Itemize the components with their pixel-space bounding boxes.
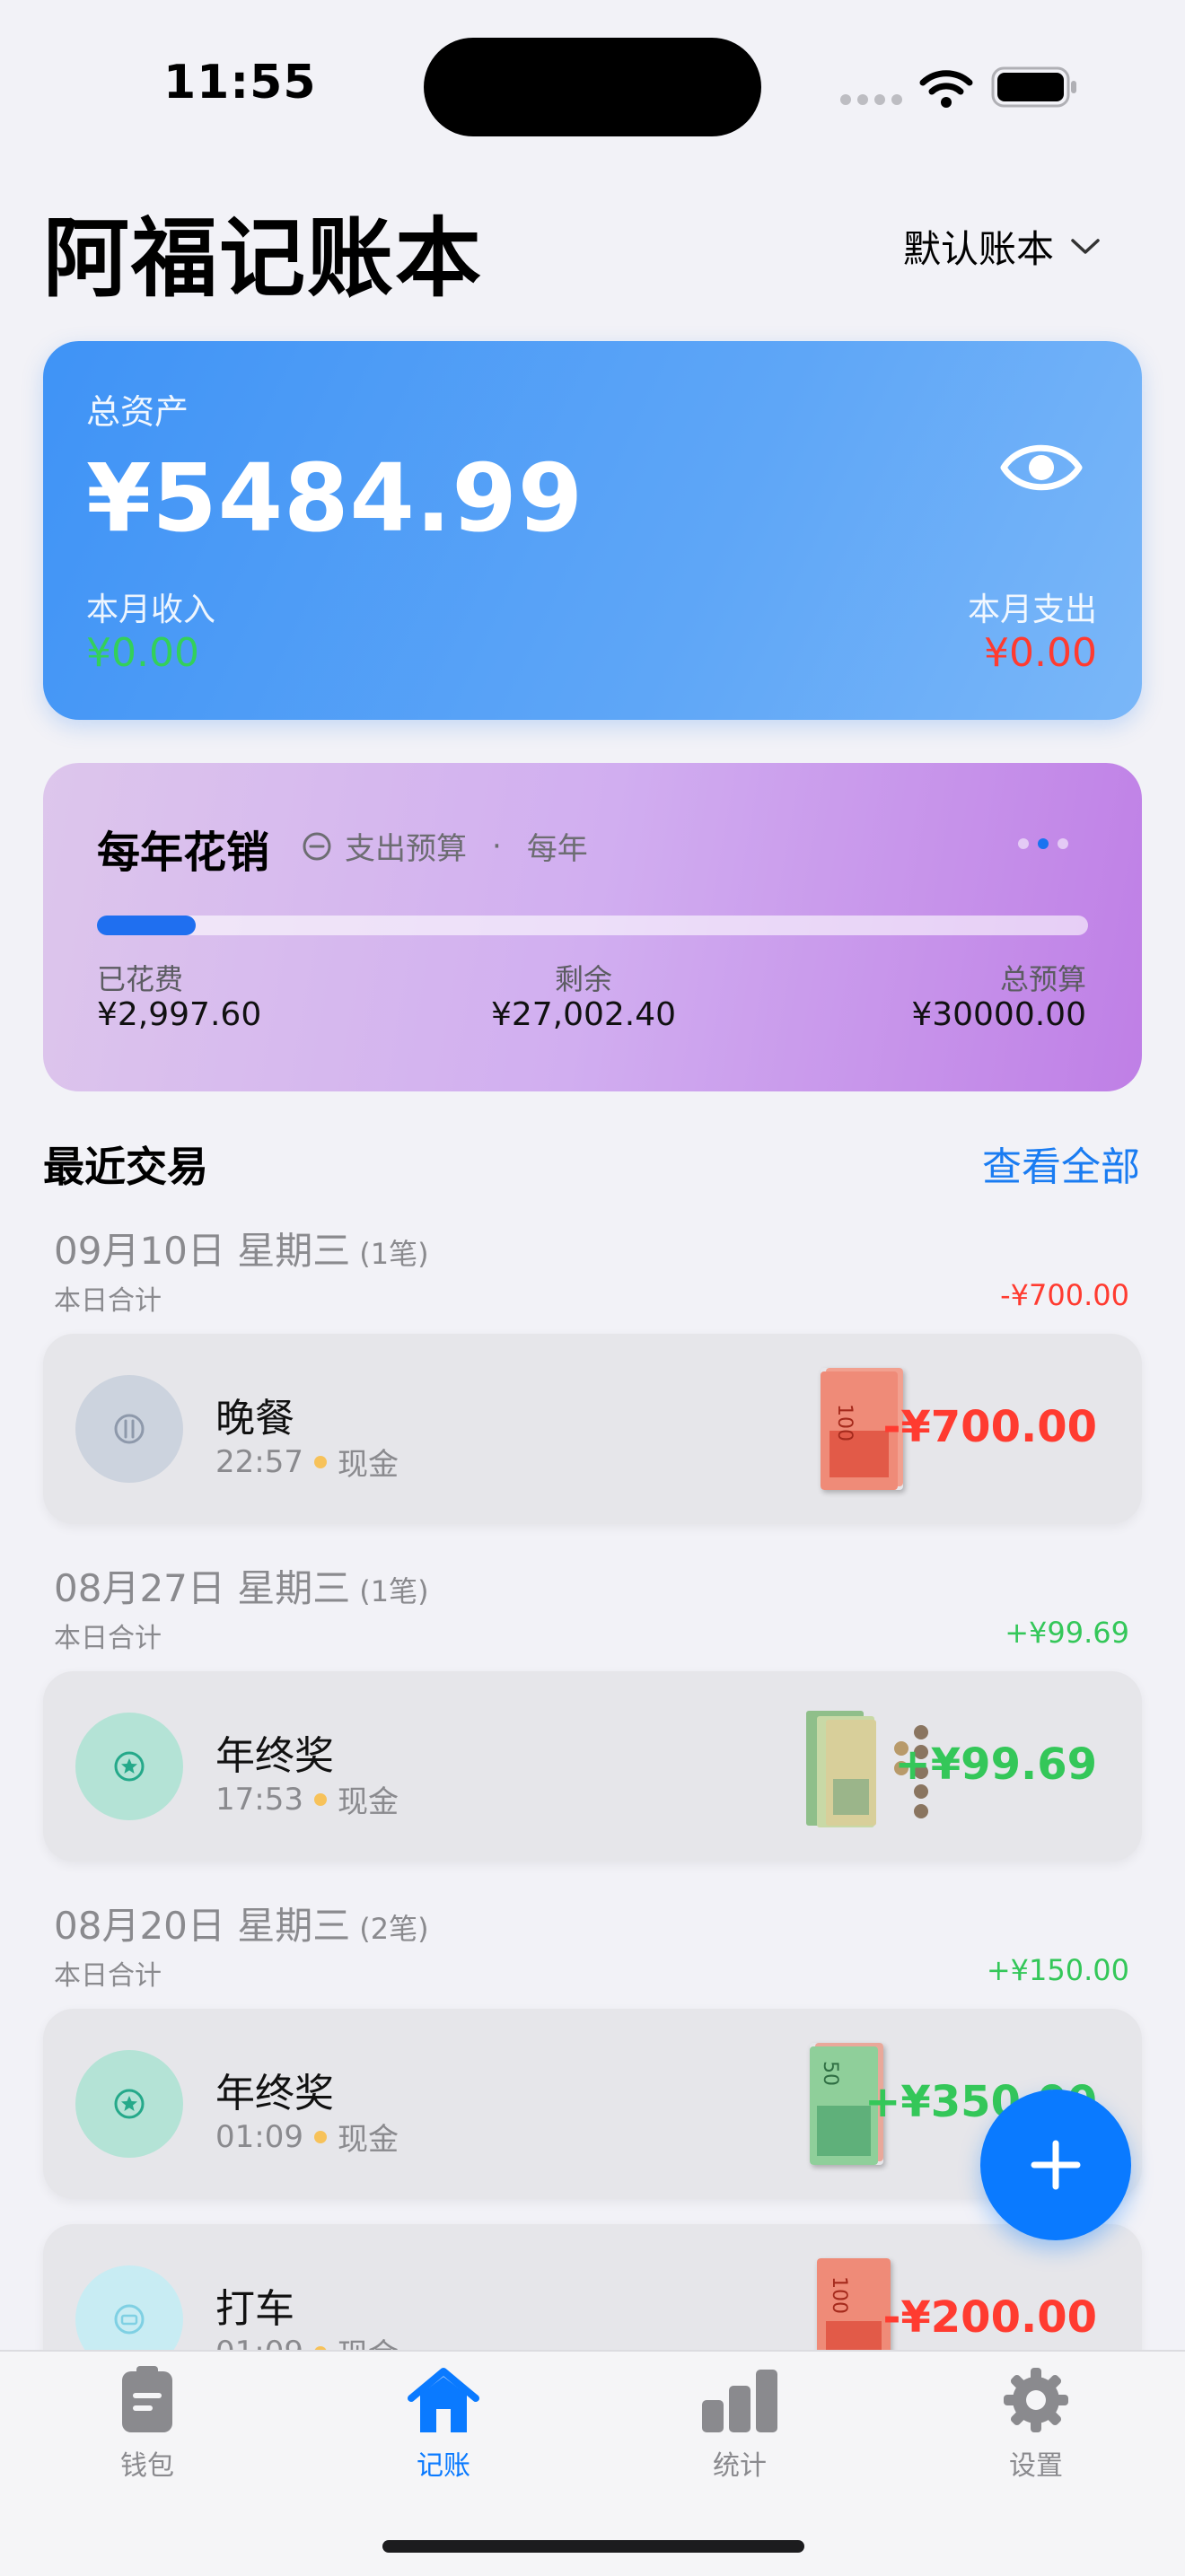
svg-text:100: 100 bbox=[833, 1404, 856, 1441]
day-subtotal-value: +¥150.00 bbox=[986, 1953, 1129, 1987]
chevron-down-icon bbox=[1071, 238, 1100, 254]
home-icon bbox=[408, 2368, 479, 2432]
transaction-time: 22:57 bbox=[215, 1443, 303, 1480]
category-icon bbox=[75, 1713, 183, 1820]
day-header: 08月20日 星期三 (2笔) bbox=[54, 1896, 429, 1950]
day-subtotal-value: +¥99.69 bbox=[1005, 1616, 1129, 1650]
transaction-time: 01:09 bbox=[215, 2118, 303, 2155]
budget-progress-fill bbox=[97, 916, 196, 935]
svg-text:50: 50 bbox=[819, 2061, 841, 2086]
day-subtotal-value: -¥700.00 bbox=[1000, 1278, 1129, 1312]
budget-progress-track bbox=[97, 916, 1088, 935]
day-date: 08月20日 星期三 bbox=[54, 1904, 351, 1948]
svg-text:100: 100 bbox=[828, 2276, 850, 2314]
account-dot bbox=[313, 1455, 327, 1468]
eye-icon[interactable] bbox=[1000, 438, 1083, 497]
tab-bookkeeping[interactable]: 记账 bbox=[354, 2366, 533, 2483]
transaction-name: 晚餐 bbox=[215, 1396, 294, 1441]
account-dot bbox=[313, 1792, 327, 1806]
ledger-selector[interactable]: 默认账本 bbox=[903, 219, 1101, 274]
tab-label: 统计 bbox=[713, 2450, 767, 2482]
monthly-expense-label: 本月支出 bbox=[967, 591, 1097, 628]
day-subtotal-label: 本日合计 bbox=[54, 1623, 162, 1654]
tab-label: 钱包 bbox=[120, 2450, 174, 2482]
ledger-label: 默认账本 bbox=[903, 227, 1055, 271]
budget-type-label: 支出预算 bbox=[345, 831, 467, 867]
tab-wallet[interactable]: 钱包 bbox=[57, 2366, 237, 2483]
dynamic-island bbox=[424, 38, 761, 136]
remaining-value: ¥27,002.40 bbox=[490, 996, 677, 1033]
transaction-account: 现金 bbox=[337, 2122, 399, 2158]
day-subtotal-label: 本日合计 bbox=[54, 1285, 162, 1317]
add-transaction-button[interactable] bbox=[980, 2090, 1131, 2240]
status-time: 11:55 bbox=[163, 56, 317, 110]
transaction-meta: 17:53 现金 bbox=[215, 1777, 399, 1821]
day-count: (2笔) bbox=[359, 1912, 429, 1946]
transaction-meta: 01:09 现金 bbox=[215, 2115, 399, 2159]
day-date: 09月10日 星期三 bbox=[54, 1229, 351, 1273]
total-budget-label: 总预算 bbox=[999, 962, 1086, 996]
star-icon bbox=[114, 2089, 145, 2119]
tab-label: 记账 bbox=[417, 2450, 470, 2482]
wallet-icon bbox=[122, 2366, 172, 2432]
total-assets-label: 总资产 bbox=[86, 392, 189, 432]
battery-icon bbox=[991, 66, 1076, 108]
minus-circle-icon bbox=[303, 832, 331, 860]
transaction-amount: -¥200.00 bbox=[882, 2292, 1097, 2343]
cellular-signal-icon bbox=[840, 94, 902, 105]
day-date: 08月27日 星期三 bbox=[54, 1566, 351, 1610]
budget-title: 每年花销 bbox=[97, 828, 270, 878]
day-header: 08月27日 星期三 (1笔) bbox=[54, 1558, 429, 1613]
monthly-income-value: ¥0.00 bbox=[86, 630, 199, 676]
category-icon bbox=[75, 2050, 183, 2158]
bar-chart-icon bbox=[702, 2370, 777, 2432]
tab-label: 设置 bbox=[1009, 2450, 1063, 2482]
transaction-account: 现金 bbox=[337, 1447, 399, 1483]
transaction-name: 年终奖 bbox=[215, 2071, 334, 2116]
tab-statistics[interactable]: 统计 bbox=[650, 2366, 830, 2483]
page-indicator[interactable] bbox=[1018, 838, 1068, 849]
monthly-expense-value: ¥0.00 bbox=[984, 630, 1097, 676]
transaction-amount: -¥700.00 bbox=[882, 1402, 1097, 1452]
fork-knife-icon bbox=[114, 1414, 145, 1444]
remaining-label: 剩余 bbox=[554, 962, 612, 996]
car-icon bbox=[114, 2304, 145, 2335]
spent-label: 已花费 bbox=[97, 962, 184, 996]
monthly-income-label: 本月收入 bbox=[86, 591, 216, 628]
day-count: (1笔) bbox=[359, 1237, 429, 1271]
transaction-time: 17:53 bbox=[215, 1781, 303, 1818]
budget-separator: · bbox=[492, 828, 502, 864]
plus-icon bbox=[1031, 2140, 1081, 2190]
account-dot bbox=[313, 2130, 327, 2143]
view-all-link[interactable]: 查看全部 bbox=[982, 1135, 1140, 1192]
transaction-meta: 22:57 现金 bbox=[215, 1440, 399, 1484]
transaction-amount: +¥99.69 bbox=[894, 1739, 1097, 1790]
transaction-name: 年终奖 bbox=[215, 1733, 334, 1779]
day-header: 09月10日 星期三 (1笔) bbox=[54, 1221, 429, 1275]
transaction-account: 现金 bbox=[337, 1784, 399, 1820]
spent-value: ¥2,997.60 bbox=[97, 996, 262, 1033]
star-icon bbox=[114, 1751, 145, 1782]
home-indicator bbox=[382, 2540, 804, 2553]
budget-type-tag: 支出预算 · 每年 bbox=[302, 824, 588, 868]
total-budget-value: ¥30000.00 bbox=[911, 996, 1086, 1033]
tab-settings[interactable]: 设置 bbox=[946, 2366, 1126, 2483]
wifi-icon bbox=[919, 70, 973, 108]
gear-icon bbox=[1004, 2368, 1068, 2432]
total-assets-value: ¥5484.99 bbox=[86, 443, 584, 553]
page-title: 阿福记账本 bbox=[43, 208, 483, 309]
day-count: (1笔) bbox=[359, 1574, 429, 1608]
day-subtotal-label: 本日合计 bbox=[54, 1960, 162, 1992]
transaction-name: 打车 bbox=[215, 2286, 294, 2332]
budget-period: 每年 bbox=[526, 831, 588, 867]
category-icon bbox=[75, 1375, 183, 1483]
recent-transactions-title: 最近交易 bbox=[43, 1143, 208, 1191]
